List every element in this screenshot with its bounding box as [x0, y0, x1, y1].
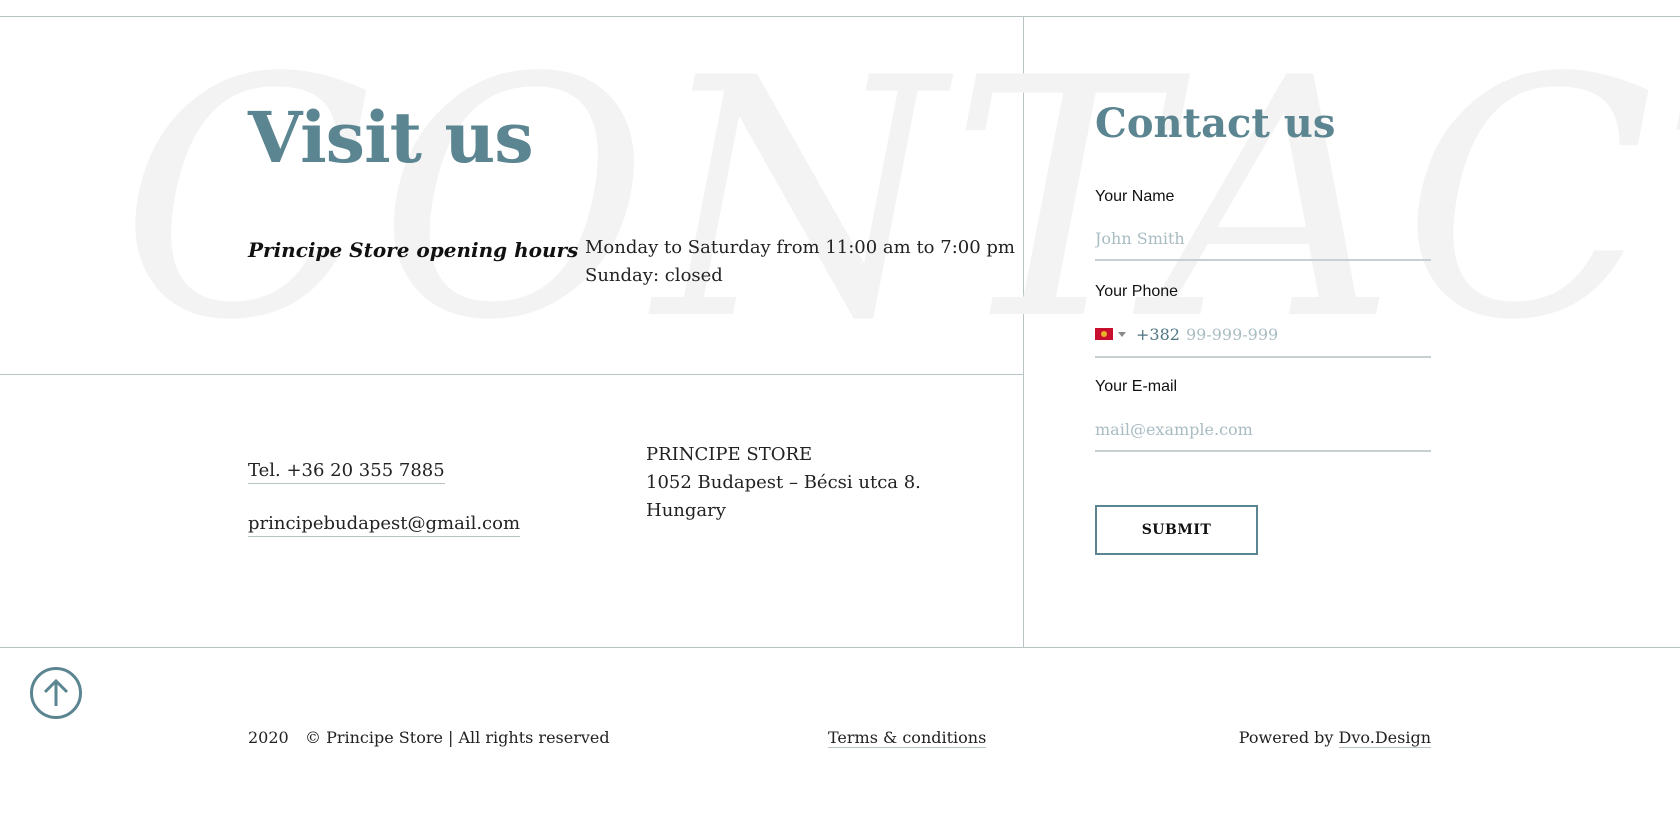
- hours-weekdays: Monday to Saturday from 11:00 am to 7:00…: [585, 237, 1015, 258]
- footer-year: 2020: [248, 728, 289, 747]
- powered-by-link[interactable]: Dvo.Design: [1338, 728, 1431, 748]
- phone-dial-code: +382: [1136, 324, 1180, 344]
- phone-link[interactable]: Tel. +36 20 355 7885: [248, 459, 445, 484]
- opening-hours-label: Principe Store opening hours: [248, 238, 579, 262]
- top-divider: [0, 16, 1680, 17]
- email-label: Your E-mail: [1095, 378, 1178, 395]
- store-address: PRINCIPE STORE 1052 Budapest – Bécsi utc…: [646, 441, 921, 525]
- phone-field: +382: [1095, 312, 1431, 358]
- arrow-up-circle-icon: [43, 678, 69, 706]
- name-label: Your Name: [1095, 188, 1175, 205]
- powered-by-label: Powered by: [1238, 728, 1334, 747]
- powered-by: Powered by Dvo.Design: [1238, 728, 1431, 748]
- submit-button[interactable]: SUBMIT: [1095, 505, 1258, 555]
- visit-title: Visit us: [248, 96, 534, 179]
- footer-copyright: © Principe Store | All rights reserved: [305, 728, 610, 747]
- phone-input[interactable]: [1185, 312, 1431, 356]
- vertical-divider: [1023, 16, 1024, 647]
- middle-divider: [0, 374, 1023, 375]
- address-street: 1052 Budapest – Bécsi utca 8.: [646, 472, 921, 493]
- background-watermark: CONTACTS: [120, 30, 1680, 370]
- footer-divider: [0, 647, 1680, 648]
- email-input[interactable]: [1095, 408, 1431, 452]
- contact-title: Contact us: [1095, 100, 1336, 147]
- hours-sunday: Sunday: closed: [585, 265, 723, 286]
- terms-link[interactable]: Terms & conditions: [828, 728, 987, 748]
- address-store-name: PRINCIPE STORE: [646, 444, 813, 465]
- opening-hours: Monday to Saturday from 11:00 am to 7:00…: [585, 234, 1015, 290]
- address-country: Hungary: [646, 500, 726, 521]
- caret-down-icon[interactable]: [1118, 331, 1126, 337]
- name-input[interactable]: [1095, 217, 1431, 261]
- phone-label: Your Phone: [1095, 283, 1179, 300]
- email-link[interactable]: principebudapest@gmail.com: [248, 512, 521, 537]
- montenegro-flag-icon[interactable]: [1095, 328, 1113, 340]
- scroll-top-button[interactable]: [30, 667, 82, 719]
